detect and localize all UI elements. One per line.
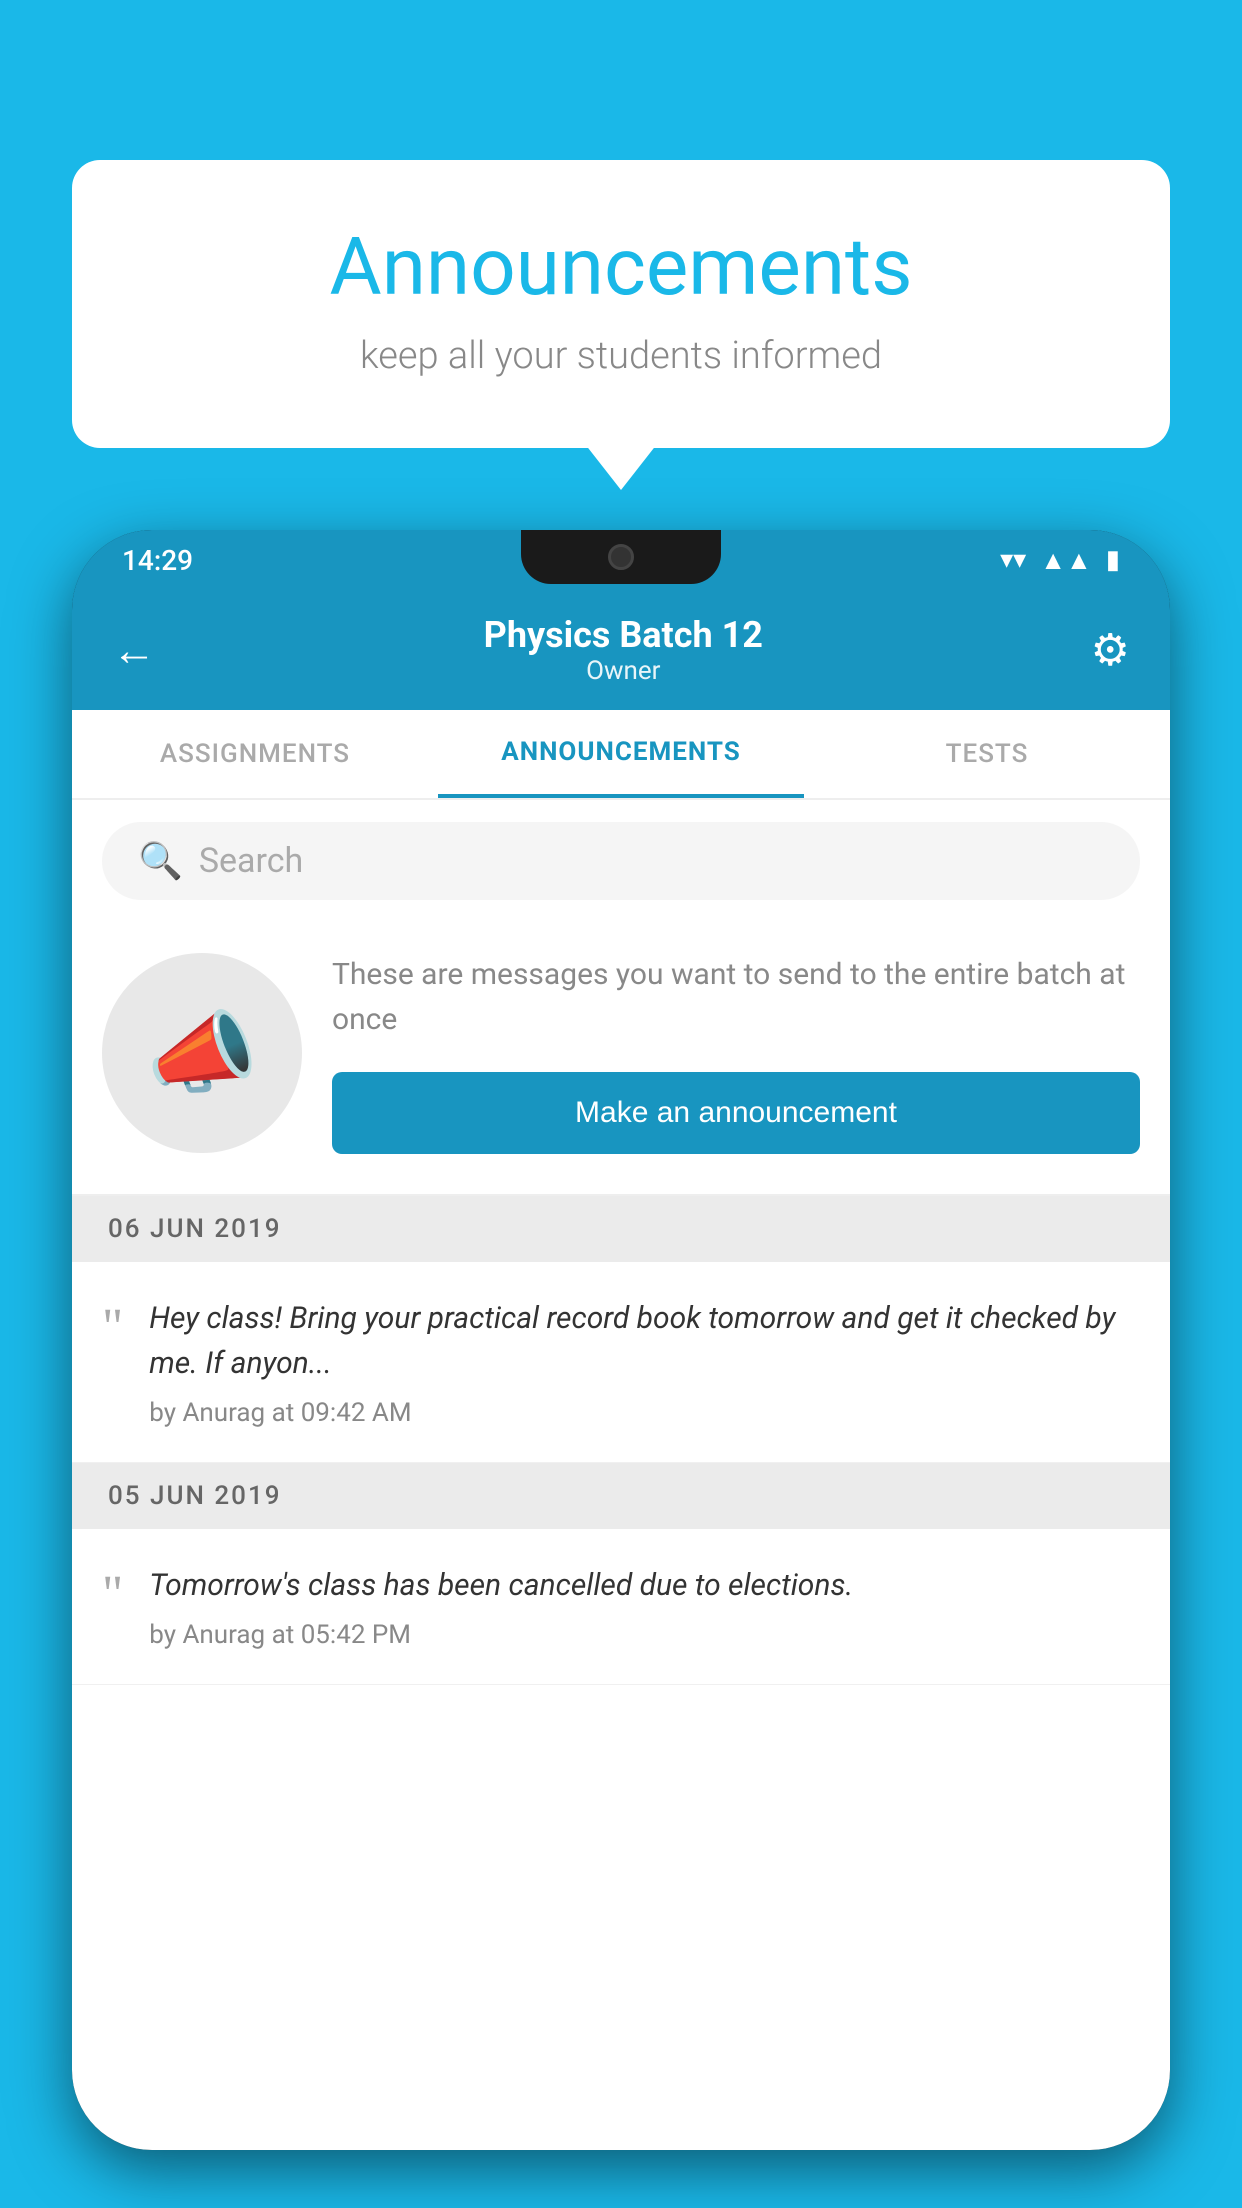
speech-bubble: Announcements keep all your students inf… xyxy=(72,160,1170,448)
status-icons: ▾▾ ▲▲ ▮ xyxy=(1000,545,1120,576)
date-header-1: 06 JUN 2019 xyxy=(72,1196,1170,1262)
announcement-content-2: Tomorrow's class has been cancelled due … xyxy=(149,1563,1140,1650)
status-time: 14:29 xyxy=(122,544,193,577)
tab-assignments[interactable]: ASSIGNMENTS xyxy=(72,710,438,798)
announcement-prompt: 📣 These are messages you want to send to… xyxy=(72,922,1170,1196)
app-bar-title-section: Physics Batch 12 Owner xyxy=(156,614,1091,686)
app-bar-subtitle: Owner xyxy=(156,656,1091,686)
camera-dot xyxy=(608,544,634,570)
phone-body: 14:29 ▾▾ ▲▲ ▮ ← Physics Batch 12 Owner ⚙… xyxy=(72,530,1170,2150)
signal-icon: ▲▲ xyxy=(1040,545,1091,576)
app-bar-title: Physics Batch 12 xyxy=(156,614,1091,656)
speech-bubble-subtitle: keep all your students informed xyxy=(152,334,1090,378)
settings-button[interactable]: ⚙ xyxy=(1091,624,1130,676)
phone-mockup: 14:29 ▾▾ ▲▲ ▮ ← Physics Batch 12 Owner ⚙… xyxy=(72,530,1170,2208)
make-announcement-button[interactable]: Make an announcement xyxy=(332,1072,1140,1154)
quote-icon-1: " xyxy=(102,1302,123,1354)
app-bar: ← Physics Batch 12 Owner ⚙ xyxy=(72,590,1170,710)
tab-tests[interactable]: TESTS xyxy=(804,710,1170,798)
speech-bubble-section: Announcements keep all your students inf… xyxy=(72,160,1170,448)
date-header-2: 05 JUN 2019 xyxy=(72,1463,1170,1529)
announcement-meta-1: by Anurag at 09:42 AM xyxy=(149,1398,1140,1428)
prompt-right: These are messages you want to send to t… xyxy=(332,952,1140,1154)
announcement-content-1: Hey class! Bring your practical record b… xyxy=(149,1296,1140,1428)
announcement-item-2[interactable]: " Tomorrow's class has been cancelled du… xyxy=(72,1529,1170,1685)
speech-bubble-title: Announcements xyxy=(152,220,1090,314)
megaphone-icon: 📣 xyxy=(146,1001,258,1106)
search-bar[interactable]: 🔍 Search xyxy=(102,822,1140,900)
phone-content: 🔍 Search 📣 These are messages you want t… xyxy=(72,800,1170,2150)
search-placeholder: Search xyxy=(199,841,303,881)
quote-icon-2: " xyxy=(102,1569,123,1621)
tab-bar: ASSIGNMENTS ANNOUNCEMENTS TESTS xyxy=(72,710,1170,800)
search-icon: 🔍 xyxy=(138,840,183,882)
back-button[interactable]: ← xyxy=(112,624,156,676)
tab-announcements[interactable]: ANNOUNCEMENTS xyxy=(438,710,804,798)
announcement-meta-2: by Anurag at 05:42 PM xyxy=(149,1620,1140,1650)
announcement-text-1: Hey class! Bring your practical record b… xyxy=(149,1296,1140,1386)
battery-icon: ▮ xyxy=(1106,545,1120,575)
prompt-description: These are messages you want to send to t… xyxy=(332,952,1140,1042)
announcement-item-1[interactable]: " Hey class! Bring your practical record… xyxy=(72,1262,1170,1463)
wifi-icon: ▾▾ xyxy=(1000,545,1026,575)
phone-notch xyxy=(521,530,721,584)
announcement-text-2: Tomorrow's class has been cancelled due … xyxy=(149,1563,1140,1608)
megaphone-circle: 📣 xyxy=(102,953,302,1153)
